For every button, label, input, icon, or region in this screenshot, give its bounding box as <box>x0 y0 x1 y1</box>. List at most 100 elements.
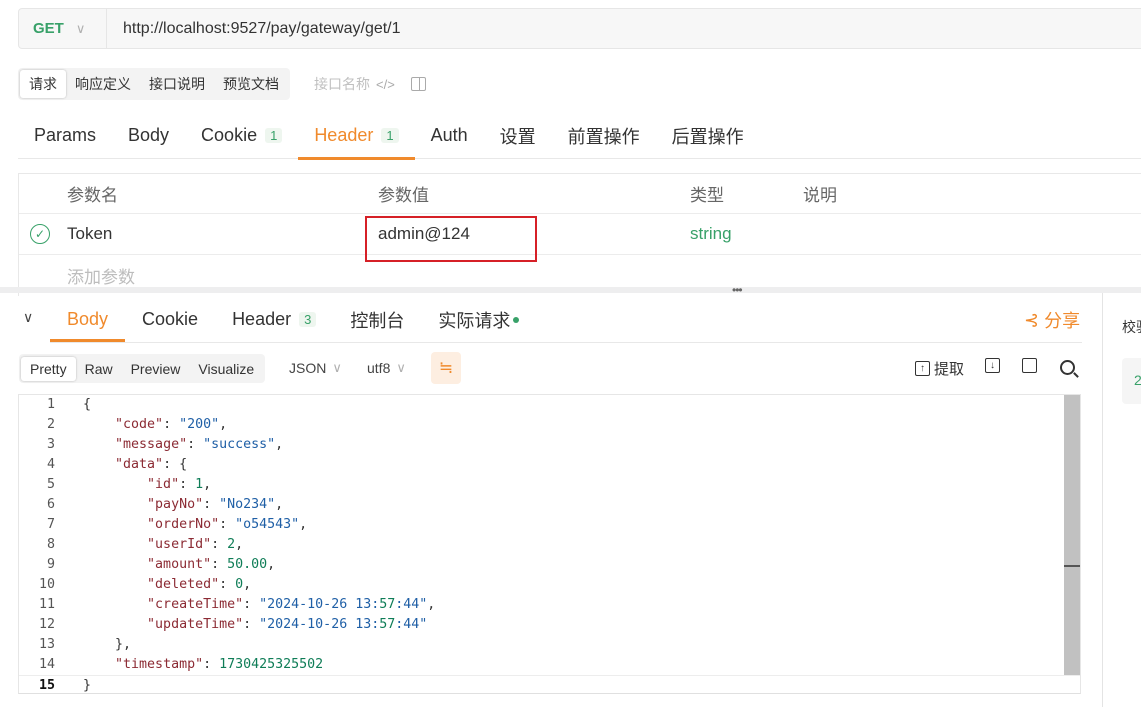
view-pretty[interactable]: Pretty <box>21 356 76 381</box>
code-line: 4 "data": { <box>19 455 1080 475</box>
tab-body[interactable]: Body <box>112 112 185 159</box>
extract-button[interactable]: ↑ 提取 <box>915 358 964 379</box>
format-value: JSON <box>289 360 327 376</box>
table-header-row: 参数名 参数值 类型 说明 <box>19 174 1141 214</box>
code-line: 1{ <box>19 395 1080 415</box>
code-text: "message": "success", <box>115 437 284 452</box>
share-button[interactable]: ⊰ 分享 <box>1024 307 1080 333</box>
view-visualize[interactable]: Visualize <box>189 357 263 381</box>
tab-label: 实际请求 <box>438 310 511 331</box>
copy-button[interactable] <box>1022 358 1037 373</box>
code-icon[interactable]: </> <box>376 77 395 92</box>
vertical-scrollbar[interactable] <box>1064 395 1080 675</box>
check-circle-icon[interactable]: ✓ <box>30 224 50 244</box>
code-line: 15} <box>19 675 1080 693</box>
res-tab-body[interactable]: Body <box>50 297 126 342</box>
side-panel-value: 2 <box>1122 358 1141 404</box>
code-line: 3 "message": "success", <box>19 435 1080 455</box>
request-tabs: Params Body Cookie 1 Header 1 Auth 设置 前置操作… <box>18 112 1141 160</box>
method-label: GET <box>33 20 64 37</box>
tab-params[interactable]: Params <box>18 112 112 159</box>
count-badge: 3 <box>299 312 317 327</box>
count-badge: 1 <box>265 128 283 143</box>
view-raw[interactable]: Raw <box>76 357 122 381</box>
line-number: 3 <box>46 437 55 452</box>
code-line: 8 "userId": 2, <box>19 535 1080 555</box>
count-badge: 1 <box>381 128 399 143</box>
line-number: 5 <box>46 477 55 492</box>
code-line: 9 "amount": 50.00, <box>19 555 1080 575</box>
drag-handle-icon[interactable]: ••• <box>732 283 743 297</box>
tab-post-ops[interactable]: 后置操作 <box>656 112 760 159</box>
extract-icon: ↑ <box>915 361 930 376</box>
code-lines: 1{2 "code": "200", 3 "message": "success"… <box>19 395 1080 693</box>
wrap-lines-button[interactable]: ≒ <box>431 352 461 384</box>
download-button[interactable]: ↓ <box>985 358 1000 373</box>
tab-label: 设置 <box>499 126 536 147</box>
view-preview[interactable]: Preview <box>122 357 190 381</box>
code-text: "timestamp": 1730425325502 <box>115 657 324 672</box>
tab-label: Body <box>67 309 109 329</box>
code-line: 7 "orderNo": "o54543", <box>19 515 1080 535</box>
res-tab-header[interactable]: Header 3 <box>215 297 333 342</box>
api-name-placeholder: 接口名称 <box>314 76 370 92</box>
code-text: "updateTime": "2024-10-26 13:57:44" <box>147 617 428 632</box>
copy-icon <box>1022 358 1037 373</box>
line-number: 14 <box>38 657 55 672</box>
tab-label: Header <box>232 309 292 329</box>
code-text: }, <box>83 637 132 652</box>
doc-tab-preview[interactable]: 预览文档 <box>214 70 288 98</box>
line-number: 1 <box>46 397 55 412</box>
code-text: "createTime": "2024-10-26 13:57:44", <box>147 597 436 612</box>
tab-header[interactable]: Header 1 <box>298 112 415 160</box>
tab-settings[interactable]: 设置 <box>484 112 552 159</box>
method-select[interactable]: GET ∨ <box>19 9 107 48</box>
code-line: 13 }, <box>19 635 1080 655</box>
param-value[interactable]: admin@124 <box>378 214 470 254</box>
code-text: "amount": 50.00, <box>147 557 276 572</box>
line-number: 13 <box>38 637 55 652</box>
url-bar: GET ∨ http://localhost:9527/pay/gateway/… <box>18 8 1141 49</box>
tab-label: 后置操作 <box>671 126 744 147</box>
line-number: 4 <box>46 457 55 472</box>
encoding-select[interactable]: utf8 ∨ <box>367 360 406 376</box>
doc-tab-api-desc[interactable]: 接口说明 <box>140 70 214 98</box>
res-tab-cookie[interactable]: Cookie <box>125 297 215 342</box>
search-icon[interactable] <box>1060 360 1075 375</box>
line-number: 12 <box>38 617 55 632</box>
url-input[interactable]: http://localhost:9527/pay/gateway/get/1 <box>107 20 401 38</box>
tab-pre-ops[interactable]: 前置操作 <box>552 112 656 159</box>
res-tab-console[interactable]: 控制台 <box>333 297 421 342</box>
panel-toggle-icon[interactable] <box>410 77 426 91</box>
doc-tab-response-def[interactable]: 响应定义 <box>66 70 140 98</box>
chevron-down-icon: ∨ <box>396 360 406 375</box>
line-number: 9 <box>46 557 55 572</box>
share-label: 分享 <box>1044 311 1081 331</box>
collapse-icon[interactable]: ∨ <box>23 309 33 326</box>
col-header-desc: 说明 <box>803 186 837 205</box>
header-params-table: 参数名 参数值 类型 说明 ✓ Token admin@124 string 添… <box>18 173 1141 296</box>
wrap-icon: ≒ <box>438 358 454 377</box>
code-text: "userId": 2, <box>147 537 244 552</box>
res-tab-actual-request[interactable]: 实际请求 <box>421 297 536 342</box>
panel-splitter[interactable] <box>0 287 1141 293</box>
tab-label: Body <box>128 125 170 145</box>
code-text: "id": 1, <box>147 477 212 492</box>
param-type[interactable]: string <box>690 214 732 254</box>
line-number: 6 <box>46 497 55 512</box>
format-select[interactable]: JSON ∨ <box>289 360 342 376</box>
line-number: 10 <box>38 577 55 592</box>
side-divider <box>1102 293 1103 707</box>
tab-cookie[interactable]: Cookie 1 <box>185 112 298 159</box>
col-header-name: 参数名 <box>67 186 118 205</box>
code-line: 14 "timestamp": 1730425325502 <box>19 655 1080 675</box>
tab-label: 控制台 <box>350 310 405 331</box>
doc-tab-request[interactable]: 请求 <box>20 70 66 98</box>
api-name-field[interactable]: 接口名称 </> <box>314 74 426 94</box>
download-icon: ↓ <box>985 358 1000 373</box>
tab-auth[interactable]: Auth <box>415 112 484 159</box>
side-panel-label: 校验 <box>1122 319 1141 335</box>
code-line: 5 "id": 1, <box>19 475 1080 495</box>
param-name[interactable]: Token <box>67 214 112 254</box>
response-body-editor[interactable]: 1{2 "code": "200", 3 "message": "success"… <box>18 394 1081 694</box>
